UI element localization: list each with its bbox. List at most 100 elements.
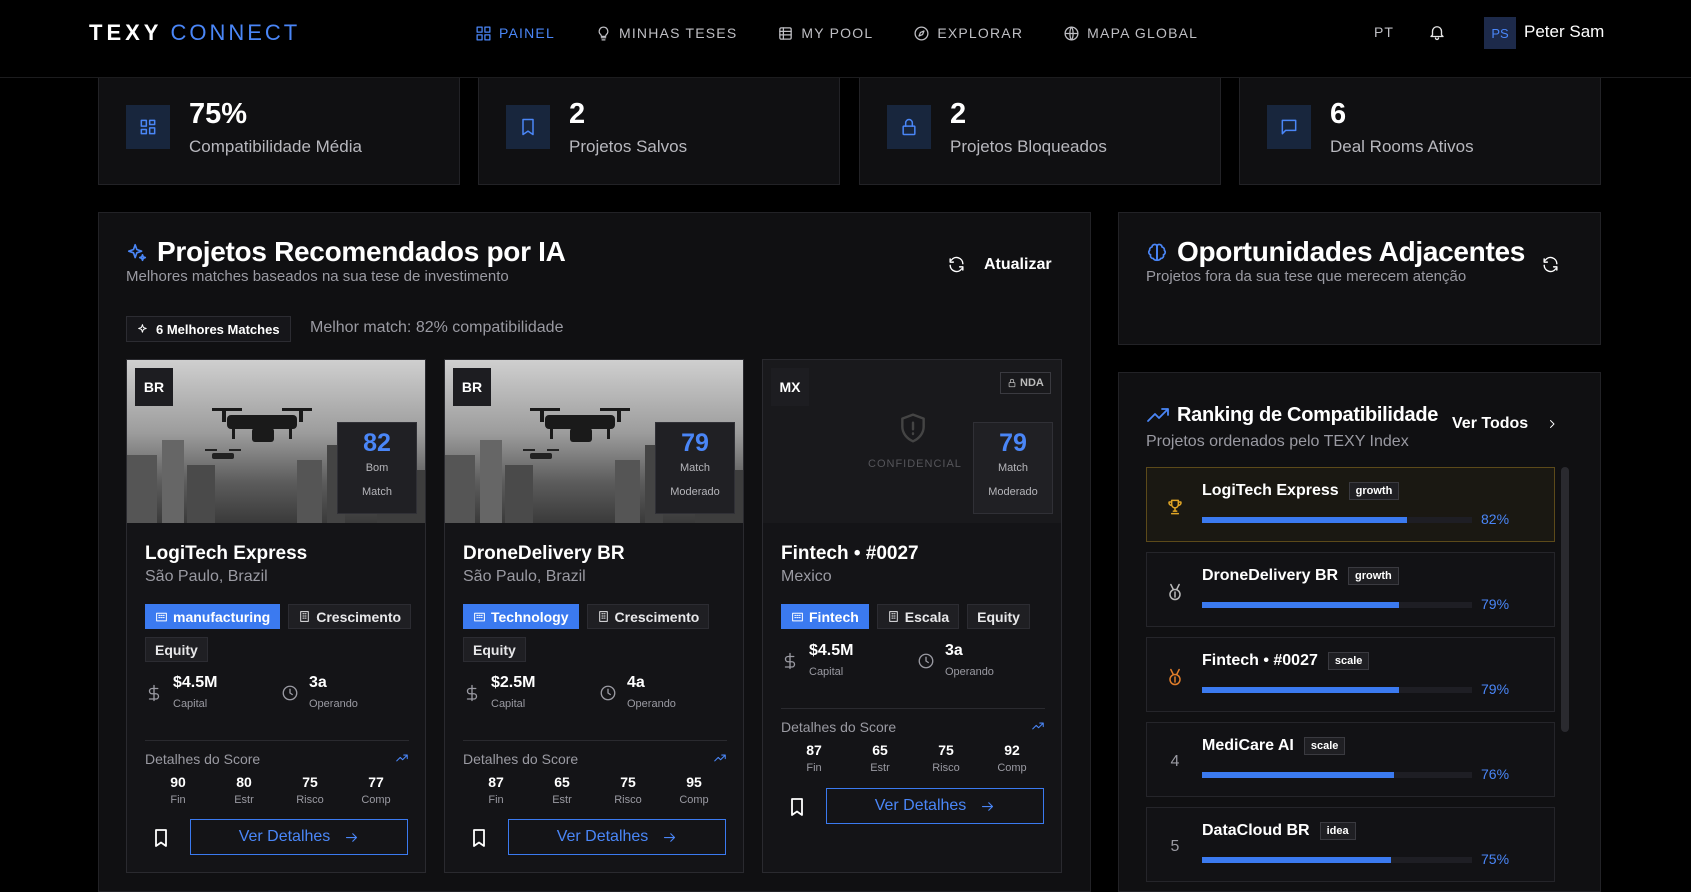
panel-subtitle: Projetos fora da sua tese que merecem at… (1146, 268, 1467, 285)
score-cell: 77 Comp (361, 774, 391, 806)
confidential-label: CONFIDENCIAL (868, 458, 962, 470)
divider (463, 740, 727, 741)
user-name[interactable]: Peter Sam (1524, 22, 1604, 42)
score-cell: 92 Comp (997, 742, 1027, 774)
project-name: LogiTech Express (145, 543, 308, 564)
refresh-icon[interactable] (1541, 255, 1560, 274)
stat-value: 75% (189, 98, 248, 130)
score-details-label: Detalhes do Score (781, 719, 897, 735)
years-label: Operando (945, 666, 994, 678)
trending-up-icon (1032, 722, 1044, 730)
view-details-button[interactable]: Ver Detalhes (190, 819, 408, 855)
matches-badge-label: 6 Melhores Matches (156, 321, 280, 337)
bell-icon[interactable] (1428, 23, 1446, 41)
deal-type-tag[interactable]: Equity (145, 637, 208, 662)
medal-icon (1165, 582, 1185, 602)
deal-type-tag[interactable]: Equity (463, 637, 526, 662)
tag-label: Equity (473, 641, 516, 658)
ranking-scrollbar[interactable] (1561, 467, 1569, 732)
stage-badge: idea (1319, 822, 1356, 840)
compatibility-bar (1202, 517, 1472, 523)
tag-label: Escala (904, 608, 950, 625)
sector-tag[interactable]: manufacturing (145, 604, 281, 629)
score-cell: 80 Estr (234, 774, 254, 806)
score-cell: 65 Estr (870, 742, 890, 774)
view-details-button[interactable]: Ver Detalhes (826, 788, 1044, 824)
sector-tag[interactable]: Technology (463, 604, 579, 629)
match-score-label: Moderado (670, 486, 720, 498)
nav-mapa-global[interactable]: MAPA GLOBAL (1063, 22, 1198, 44)
score-cell: 95 Comp (679, 774, 709, 806)
ranking-title: Ranking de Compatibilidade (1177, 404, 1439, 426)
database-icon (779, 26, 793, 40)
score-cell: 87 Fin (806, 742, 822, 774)
ranking-item[interactable]: 4 MediCare AI scale 76% (1146, 722, 1555, 797)
compatibility-bar (1202, 602, 1472, 608)
ranking-item[interactable]: 5 DataCloud BR idea 75% (1146, 807, 1555, 882)
ranking-item[interactable]: LogiTech Express growth 82% (1146, 467, 1555, 542)
tag-label: Equity (977, 608, 1020, 625)
best-match-text: Melhor match: 82% compatibilidade (310, 319, 564, 336)
tag-label: Crescimento (614, 608, 700, 625)
clock-icon (282, 685, 298, 701)
view-details-button[interactable]: Ver Detalhes (508, 819, 726, 855)
button-label: Ver Detalhes (556, 828, 649, 845)
arrow-right-icon (664, 832, 676, 842)
language-selector[interactable]: PT (1374, 24, 1394, 40)
panel-subtitle: Melhores matches baseados na sua tese de… (126, 268, 509, 285)
score-details-row: 87 Fin 65 Estr 75 Risco 92 Comp (781, 742, 1045, 774)
refresh-button[interactable]: Atualizar (947, 255, 1052, 274)
sector-tag[interactable]: Fintech (781, 604, 869, 629)
match-score-box: 79 Match Moderado (973, 422, 1053, 514)
view-all-link[interactable]: Ver Todos (1452, 415, 1558, 433)
ranking-item[interactable]: DroneDelivery BR growth 79% (1146, 552, 1555, 627)
stage-tag[interactable]: Crescimento (586, 604, 710, 629)
stage-tag[interactable]: Escala (876, 604, 960, 629)
bookmark-icon[interactable] (472, 829, 486, 847)
nav-minhas-teses[interactable]: MINHAS TESES (595, 22, 737, 44)
dollar-icon (784, 652, 796, 670)
country-badge: BR (453, 368, 491, 406)
score-cell: 75 Risco (614, 774, 642, 806)
stage-tag[interactable]: Crescimento (288, 604, 412, 629)
building-icon (792, 612, 803, 622)
country-badge: BR (135, 368, 173, 406)
stat-card-locked: 2 Projetos Bloqueados (859, 78, 1221, 185)
arrow-right-icon (346, 832, 358, 842)
refresh-label: Atualizar (984, 255, 1052, 273)
medal-icon (1165, 667, 1185, 687)
project-card[interactable]: MX NDA CONFIDENCIAL 79 Match Moderado Fi… (762, 359, 1062, 873)
ranking-item-name: Fintech • #0027 (1202, 652, 1318, 669)
bookmark-icon[interactable] (790, 798, 804, 816)
nav-painel[interactable]: PAINEL (475, 22, 555, 44)
deal-type-tag[interactable]: Equity (967, 604, 1030, 629)
button-label: Ver Detalhes (874, 797, 967, 814)
project-card[interactable]: BR 82 Bom Match LogiTech Express São Pau… (126, 359, 426, 873)
compass-icon (914, 25, 929, 41)
stat-label: Projetos Bloqueados (950, 137, 1107, 156)
bookmark-icon[interactable] (154, 829, 168, 847)
score-cell: 75 Risco (296, 774, 324, 806)
trending-up-icon (396, 754, 408, 762)
brand-logo[interactable]: TEXY CONNECT (89, 20, 300, 46)
compatibility-percent: 79% (1481, 596, 1510, 612)
building-icon (889, 611, 898, 622)
ranking-item[interactable]: Fintech • #0027 scale 79% (1146, 637, 1555, 712)
tag-list: manufacturing Crescimento Equity (145, 604, 415, 662)
tag-label: Crescimento (316, 608, 402, 625)
score-cell: 90 Fin (170, 774, 186, 806)
nav-explorar[interactable]: EXPLORAR (913, 22, 1023, 44)
stage-badge: scale (1327, 652, 1370, 670)
tag-label: Fintech (809, 608, 859, 625)
avatar[interactable]: PS (1484, 17, 1516, 49)
years-value: 4a (627, 674, 645, 691)
tag-list: Technology Crescimento Equity (463, 604, 733, 662)
capital-label: Capital (491, 698, 526, 710)
project-card[interactable]: BR 79 Match Moderado DroneDelivery BR Sã… (444, 359, 744, 873)
rank-number: 4 (1170, 753, 1180, 770)
compatibility-bar (1202, 857, 1472, 863)
project-image: BR 79 Match Moderado (445, 360, 743, 523)
nav-my-pool[interactable]: MY POOL (777, 22, 873, 44)
building-icon (474, 612, 485, 622)
divider (781, 708, 1045, 709)
